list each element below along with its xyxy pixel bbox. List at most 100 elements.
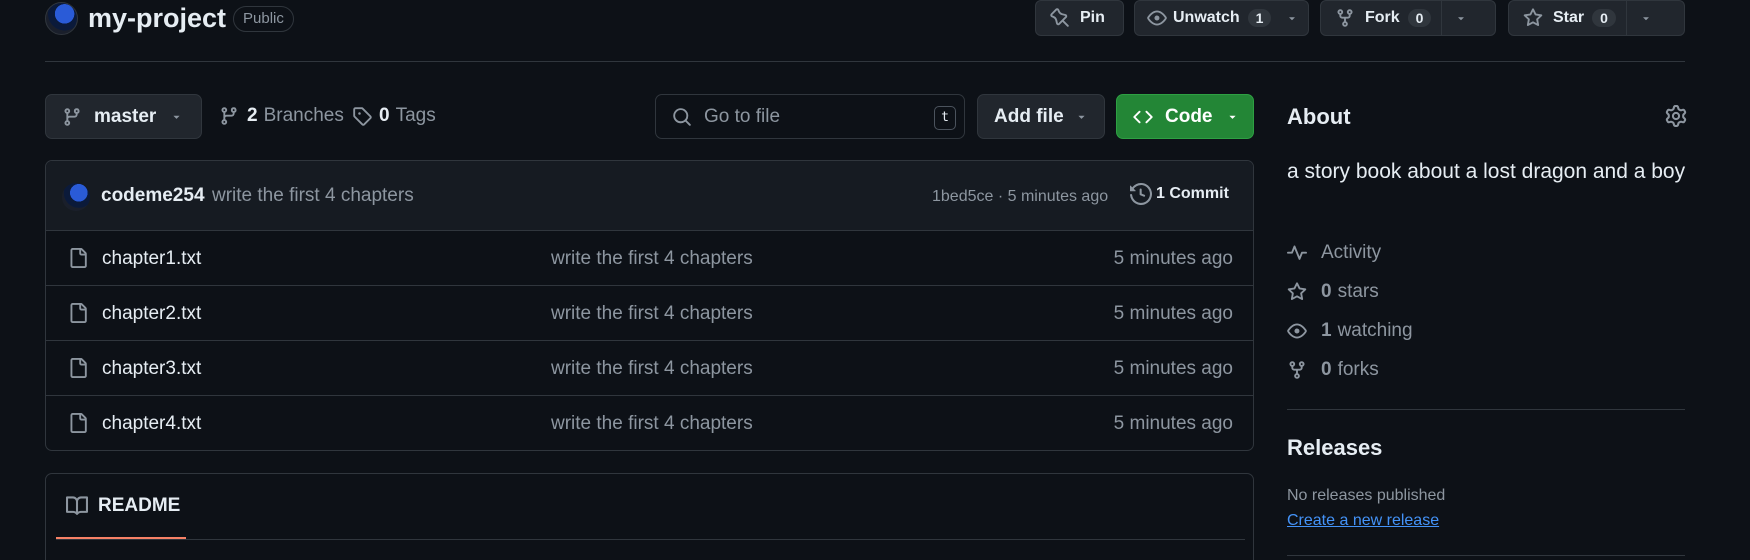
file-icon (70, 303, 87, 323)
history-icon (1130, 183, 1152, 205)
pin-label: Pin (1080, 9, 1105, 26)
releases-empty-text: No releases published (1287, 487, 1446, 504)
branches-link[interactable]: 2 Branches (219, 92, 344, 140)
fork-count: 0 (1407, 9, 1432, 27)
file-icon (70, 413, 87, 433)
commit-meta[interactable]: 1bed5ce · 5 minutes ago (932, 188, 1108, 206)
pin-button[interactable]: Pin (1035, 0, 1124, 36)
watching-count: 1 (1321, 320, 1332, 341)
fork-button[interactable]: Fork 0 (1320, 0, 1496, 36)
commit-history-link[interactable]: 1 Commit (1130, 183, 1229, 205)
file-name[interactable]: chapter3.txt (102, 358, 201, 380)
watch-count: 1 (1247, 9, 1272, 27)
star-label: Star (1553, 9, 1585, 26)
forks-link[interactable]: 0 forks (1287, 359, 1379, 381)
file-date: 5 minutes ago (1113, 248, 1233, 269)
file-date: 5 minutes ago (1113, 358, 1233, 379)
search-placeholder: Go to file (704, 105, 781, 127)
avatar[interactable] (62, 183, 90, 211)
shortcut-key: t (934, 106, 956, 130)
branch-icon (64, 107, 80, 126)
file-commit-message[interactable]: write the first 4 chapters (551, 303, 753, 325)
table-row[interactable]: chapter2.txt write the first 4 chapters … (46, 286, 1253, 341)
tags-count: 0 (379, 105, 390, 126)
activity-link[interactable]: Activity (1287, 242, 1381, 264)
file-commit-message[interactable]: write the first 4 chapters (551, 413, 753, 435)
readme-tab-label: README (98, 494, 181, 516)
star-button[interactable]: Star 0 (1508, 0, 1685, 36)
create-release-link[interactable]: Create a new release (1287, 512, 1439, 530)
divider (1287, 409, 1685, 410)
branch-icon (221, 107, 237, 125)
eye-icon (1147, 10, 1167, 26)
file-date: 5 minutes ago (1113, 413, 1233, 434)
stars-count: 0 (1321, 281, 1332, 302)
owner-avatar[interactable] (45, 2, 78, 35)
book-icon (66, 495, 88, 515)
table-row[interactable]: chapter3.txt write the first 4 chapters … (46, 341, 1253, 396)
repo-description: a story book about a lost dragon and a b… (1287, 160, 1686, 183)
eye-icon (1287, 323, 1307, 339)
code-icon (1133, 110, 1153, 123)
activity-label: Activity (1321, 242, 1382, 263)
star-icon (1287, 282, 1307, 301)
fork-icon (1337, 9, 1353, 27)
readme-panel: README (45, 473, 1254, 560)
stars-link[interactable]: 0 stars (1287, 281, 1379, 303)
chevron-down-icon (1229, 115, 1236, 119)
stars-label: stars (1337, 281, 1379, 302)
chevron-down-icon (1643, 17, 1649, 21)
file-commit-message[interactable]: write the first 4 chapters (551, 248, 753, 270)
watchers-link[interactable]: 1 watching (1287, 320, 1413, 342)
divider (1287, 555, 1685, 556)
star-dropdown[interactable] (1627, 12, 1665, 24)
tags-label: Tags (395, 105, 436, 126)
about-heading: About (1287, 104, 1351, 129)
star-count: 0 (1592, 9, 1616, 27)
latest-commit-bar: codeme254 write the first 4 chapters 1be… (46, 161, 1253, 231)
pulse-icon (1287, 245, 1307, 260)
commit-count: 1 Commit (1156, 185, 1229, 202)
star-icon (1523, 8, 1543, 27)
file-name[interactable]: chapter2.txt (102, 303, 201, 325)
file-icon (70, 358, 87, 378)
commit-author[interactable]: codeme254 (101, 185, 205, 207)
file-icon (70, 248, 87, 268)
file-browser: codeme254 write the first 4 chapters 1be… (45, 160, 1254, 451)
file-date: 5 minutes ago (1113, 303, 1233, 324)
branch-selector[interactable]: master (45, 94, 202, 139)
divider (56, 539, 1245, 540)
chevron-down-icon[interactable] (1286, 12, 1298, 24)
tab-readme[interactable]: README (56, 474, 186, 540)
watching-label: watching (1337, 320, 1413, 341)
fork-label: Fork (1365, 9, 1400, 26)
tag-icon (353, 107, 372, 126)
chevron-down-icon (1078, 115, 1085, 119)
fork-dropdown[interactable] (1442, 12, 1480, 24)
code-button[interactable]: Code (1116, 94, 1254, 139)
repo-name[interactable]: my-project (88, 3, 226, 34)
chevron-down-icon (1458, 17, 1465, 21)
fork-icon (1289, 361, 1305, 379)
table-row[interactable]: chapter4.txt write the first 4 chapters … (46, 396, 1253, 450)
branches-count: 2 (247, 105, 258, 126)
add-file-button[interactable]: Add file (977, 94, 1105, 139)
visibility-badge: Public (233, 6, 294, 32)
file-name[interactable]: chapter1.txt (102, 248, 201, 270)
branches-label: Branches (263, 105, 344, 126)
file-commit-message[interactable]: write the first 4 chapters (551, 358, 753, 380)
tags-link[interactable]: 0 Tags (352, 92, 436, 140)
add-file-label: Add file (994, 105, 1064, 127)
watch-button[interactable]: Unwatch 1 (1134, 0, 1309, 36)
branch-name: master (94, 105, 157, 127)
commit-message[interactable]: write the first 4 chapters (212, 185, 414, 207)
gear-icon[interactable] (1665, 105, 1687, 127)
pin-icon (1050, 8, 1069, 27)
forks-count: 0 (1321, 359, 1332, 380)
search-icon (673, 107, 691, 126)
chevron-down-icon (173, 115, 180, 119)
releases-heading[interactable]: Releases (1287, 435, 1382, 461)
table-row[interactable]: chapter1.txt write the first 4 chapters … (46, 231, 1253, 286)
file-name[interactable]: chapter4.txt (102, 413, 201, 435)
go-to-file-input[interactable]: Go to file t (655, 94, 965, 139)
